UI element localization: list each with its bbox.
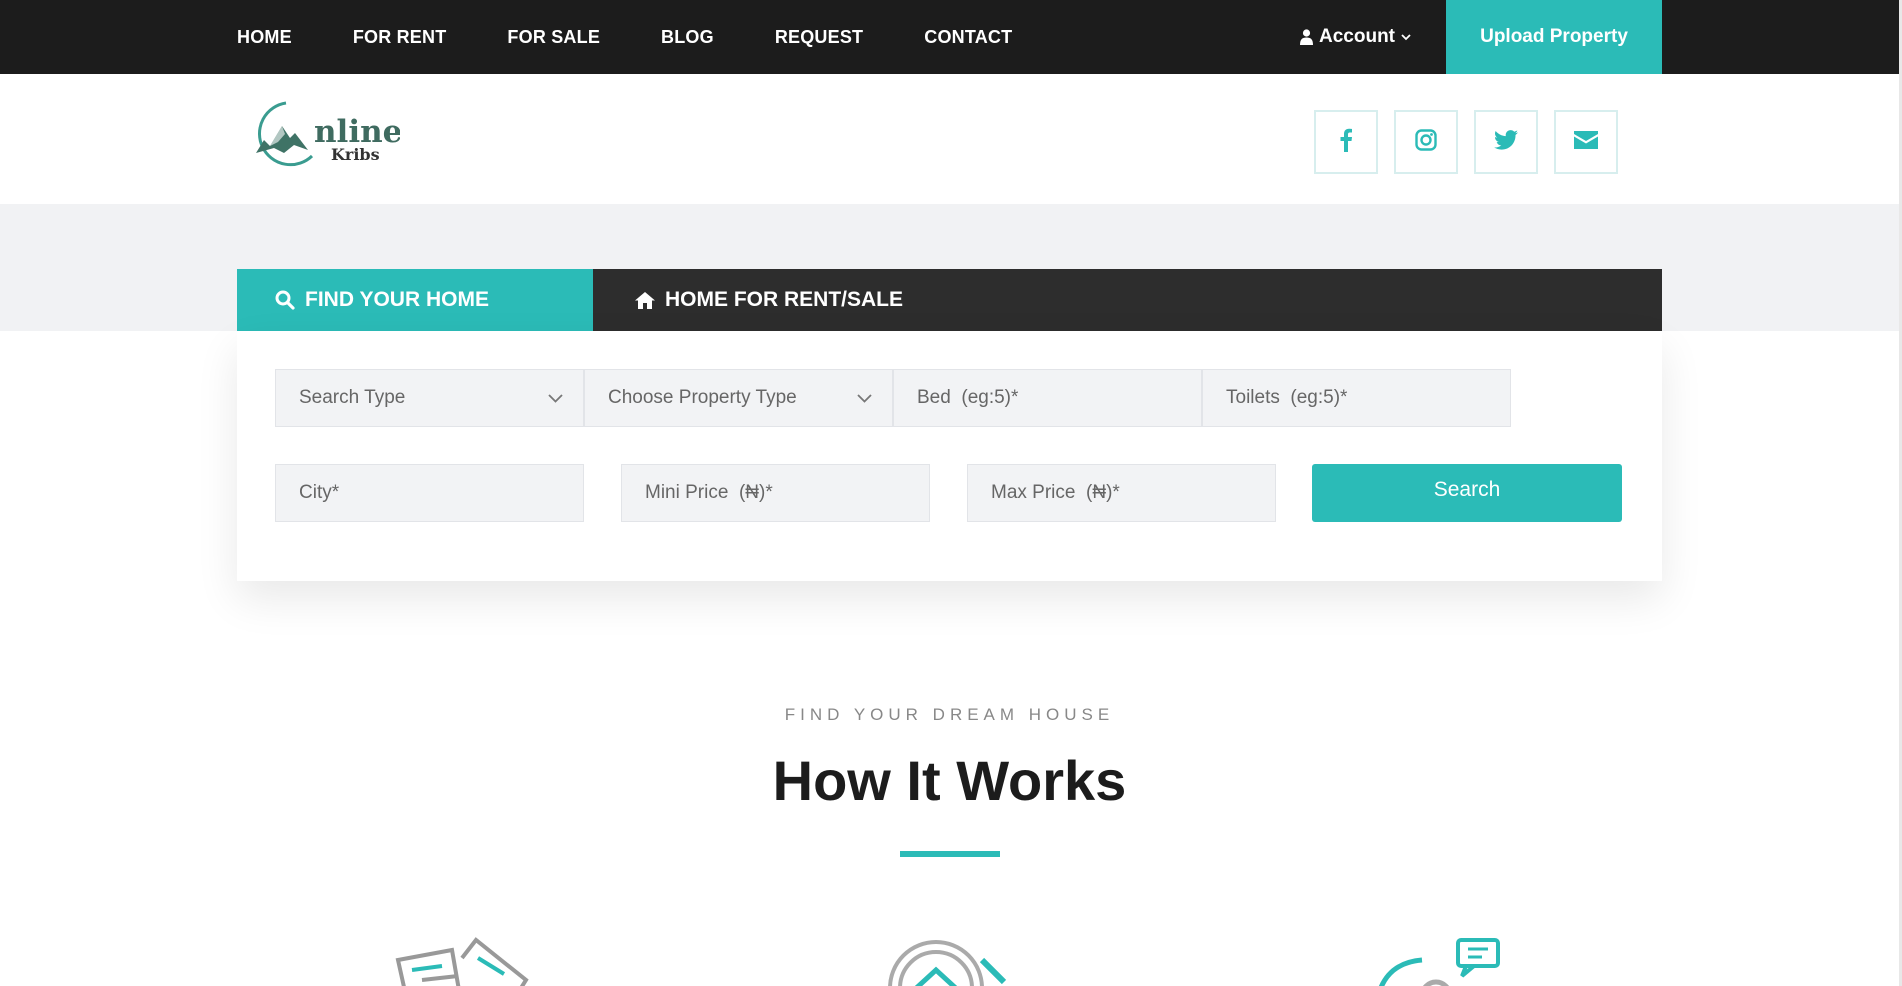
nav-home-link[interactable]: HOME xyxy=(237,27,292,48)
min-price-input[interactable] xyxy=(645,482,929,504)
city-field[interactable] xyxy=(275,464,584,522)
mail-icon xyxy=(1574,130,1598,154)
logo-mark: nline Kribs xyxy=(256,101,402,167)
upload-property-button[interactable]: Upload Property xyxy=(1446,0,1662,74)
nav-for-rent-link[interactable]: FOR RENT xyxy=(353,27,447,48)
home-icon xyxy=(635,291,655,309)
bed-field[interactable] xyxy=(893,369,1202,427)
user-icon xyxy=(1300,29,1313,45)
instagram-link[interactable] xyxy=(1394,110,1458,174)
site-logo[interactable]: nline Kribs xyxy=(250,98,402,174)
account-label: Account xyxy=(1319,26,1395,47)
facebook-link[interactable] xyxy=(1314,110,1378,174)
toilets-input[interactable] xyxy=(1226,387,1510,409)
svg-text:Kribs: Kribs xyxy=(331,145,380,164)
city-input[interactable] xyxy=(299,482,583,504)
nav-request-link[interactable]: REQUEST xyxy=(775,27,863,48)
chevron-down-icon xyxy=(1401,33,1411,41)
title-underline xyxy=(900,851,1000,857)
search-button[interactable]: Search xyxy=(1312,464,1622,522)
bed-input[interactable] xyxy=(917,387,1201,409)
social-links xyxy=(1314,110,1634,174)
tab-find-your-home[interactable]: FIND YOUR HOME xyxy=(237,269,593,331)
main-nav: HOME FOR RENT FOR SALE BLOG REQUEST CONT… xyxy=(237,0,1073,74)
search-type-value: Search Type xyxy=(299,387,406,408)
max-price-input[interactable] xyxy=(991,482,1275,504)
property-type-value: Choose Property Type xyxy=(608,387,797,408)
chevron-down-icon xyxy=(548,387,563,409)
section-title: How It Works xyxy=(772,749,1127,812)
tab-home-for-rent-sale[interactable]: HOME FOR RENT/SALE xyxy=(593,269,903,331)
documents-icon xyxy=(392,936,532,986)
chat-support-icon xyxy=(1372,936,1512,986)
twitter-icon xyxy=(1494,129,1518,155)
max-price-field[interactable] xyxy=(967,464,1276,522)
twitter-link[interactable] xyxy=(1474,110,1538,174)
tab-rent-label: HOME FOR RENT/SALE xyxy=(665,288,904,311)
toilets-field[interactable] xyxy=(1202,369,1511,427)
nav-contact-link[interactable]: CONTACT xyxy=(924,27,1012,48)
instagram-icon xyxy=(1415,128,1437,156)
search-tabs: FIND YOUR HOME HOME FOR RENT/SALE xyxy=(237,269,1662,331)
min-price-field[interactable] xyxy=(621,464,930,522)
section-eyebrow: FIND YOUR DREAM HOUSE xyxy=(784,705,1115,724)
search-type-select[interactable]: Search Type xyxy=(275,369,584,427)
property-type-select[interactable]: Choose Property Type xyxy=(584,369,893,427)
search-icon xyxy=(275,290,295,310)
top-navbar: HOME FOR RENT FOR SALE BLOG REQUEST CONT… xyxy=(0,0,1902,74)
chevron-down-icon xyxy=(857,387,872,409)
nav-for-sale-link[interactable]: FOR SALE xyxy=(507,27,600,48)
email-link[interactable] xyxy=(1554,110,1618,174)
account-dropdown[interactable]: Account xyxy=(1300,0,1411,74)
nav-blog-link[interactable]: BLOG xyxy=(661,27,714,48)
tab-find-label: FIND YOUR HOME xyxy=(305,288,489,311)
house-search-icon xyxy=(886,936,1026,986)
facebook-icon xyxy=(1339,128,1353,157)
